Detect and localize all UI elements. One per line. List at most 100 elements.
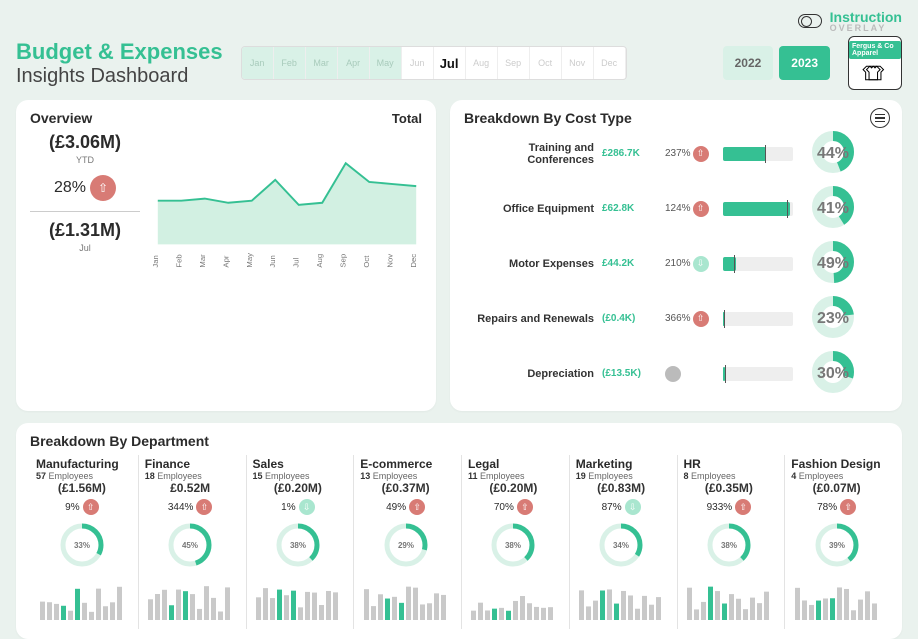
dept-pct: 78% ⇧ — [791, 499, 882, 515]
svg-text:Feb: Feb — [174, 254, 183, 267]
cost-name: Depreciation — [464, 368, 594, 380]
dept-pct: 87% ⇩ — [576, 499, 667, 515]
month-may[interactable]: May — [370, 47, 402, 79]
month-mar[interactable]: Mar — [306, 47, 338, 79]
svg-text:23%: 23% — [817, 310, 849, 327]
cost-bar — [723, 147, 793, 161]
month-label: Jul — [30, 243, 140, 253]
cost-row: Office Equipment£62.8K124% ⇧41% — [464, 181, 888, 236]
svg-text:Jun: Jun — [268, 255, 277, 267]
cost-ring: 44% — [811, 130, 841, 177]
year-2023[interactable]: 2023 — [779, 46, 830, 80]
cost-pct: 237% ⇧ — [665, 146, 715, 162]
dept-pct: 49% ⇧ — [360, 499, 451, 515]
hamburger-icon[interactable] — [870, 108, 890, 128]
svg-text:Sep: Sep — [339, 254, 348, 268]
svg-text:Oct: Oct — [362, 255, 371, 268]
dept-value: (£0.20M) — [468, 481, 559, 495]
cost-pct: 210% ⇩ — [665, 256, 715, 272]
dept-value: (£0.20M) — [253, 481, 344, 495]
month-oct[interactable]: Oct — [530, 47, 562, 79]
svg-text:Nov: Nov — [386, 254, 395, 268]
cost-ring: 30% — [811, 350, 841, 397]
cost-bar — [723, 312, 793, 326]
dept-employees: 57 Employees — [36, 471, 128, 481]
page-subtitle: Insights Dashboard — [16, 65, 223, 88]
arrow-up-icon: ⇧ — [693, 146, 709, 162]
cost-pct: 124% ⇧ — [665, 201, 715, 217]
cost-pct — [665, 366, 715, 382]
cost-ring: 23% — [811, 295, 841, 342]
month-dec[interactable]: Dec — [594, 47, 626, 79]
cost-title: Breakdown By Cost Type — [464, 110, 632, 126]
arrow-up-icon: ⇧ — [83, 499, 99, 515]
arrow-up-icon: ⇧ — [840, 499, 856, 515]
dept-pct: 933% ⇧ — [684, 499, 775, 515]
cost-name: Training and Conferences — [464, 142, 594, 166]
client-logo: Fergus & Co Apparel — [848, 36, 902, 90]
dept-sparkline — [579, 580, 663, 624]
arrow-up-icon: ⇧ — [693, 201, 709, 217]
dept-value: (£1.56M) — [36, 481, 128, 495]
dept-employees: 8 Employees — [684, 471, 775, 481]
month-jan[interactable]: Jan — [242, 47, 274, 79]
dept-sparkline — [256, 580, 340, 624]
dept-name: E-commerce — [360, 457, 451, 471]
dept-card: HR8 Employees(£0.35M)933% ⇧38% — [677, 455, 781, 629]
year-selector[interactable]: 20222023 — [723, 46, 830, 80]
svg-text:Dec: Dec — [409, 254, 418, 268]
arrow-up-icon: ⇧ — [90, 175, 116, 201]
arrow-up-icon: ⇧ — [735, 499, 751, 515]
cost-ring: 41% — [811, 185, 841, 232]
month-jul[interactable]: Jul — [434, 47, 466, 79]
arrow-down-icon: ⇩ — [693, 256, 709, 272]
toggle-overlay[interactable] — [798, 14, 822, 28]
svg-text:Jan: Jan — [152, 255, 160, 267]
dept-employees: 18 Employees — [145, 471, 236, 481]
svg-text:41%: 41% — [817, 200, 849, 217]
overview-card: Overview Total (£3.06M) YTD 28% ⇧ (£1.31… — [16, 100, 436, 411]
arrow-up-icon: ⇧ — [693, 311, 709, 327]
delta-pct: 28% — [54, 179, 86, 197]
cost-row: Training and Conferences £286.7K 237% ⇧ 44% — [464, 126, 888, 181]
dept-employees: 4 Employees — [791, 471, 882, 481]
cost-pct: 366% ⇧ — [665, 311, 715, 327]
dept-employees: 11 Employees — [468, 471, 559, 481]
dept-sparkline — [148, 580, 232, 624]
month-selector[interactable]: JanFebMarAprMayJunJulAugSepOctNovDec — [241, 46, 627, 80]
arrow-up-icon: ⇧ — [196, 499, 212, 515]
dept-employees: 13 Employees — [360, 471, 451, 481]
svg-text:Jul: Jul — [292, 257, 301, 267]
dept-pct: 344% ⇧ — [145, 499, 236, 515]
dept-sparkline — [471, 580, 555, 624]
month-apr[interactable]: Apr — [338, 47, 370, 79]
cost-name: Office Equipment — [464, 203, 594, 215]
svg-text:45%: 45% — [182, 541, 198, 550]
dept-card: Finance18 Employees£0.52M344% ⇧45% — [138, 455, 242, 629]
arrow-down-icon: ⇩ — [625, 499, 641, 515]
cost-amount: £286.7K — [602, 148, 657, 159]
cost-bar — [723, 202, 793, 216]
dept-name: Sales — [253, 457, 344, 471]
arrow-up-icon: ⇧ — [517, 499, 533, 515]
dept-card: Legal11 Employees(£0.20M)70% ⇧38% — [461, 455, 565, 629]
month-nov[interactable]: Nov — [562, 47, 594, 79]
dept-card: Manufacturing57 Employees(£1.56M)9% ⇧33% — [30, 455, 134, 629]
cost-name: Repairs and Renewals — [464, 313, 594, 325]
dept-name: Manufacturing — [36, 457, 128, 471]
dept-value: £0.52M — [145, 481, 236, 495]
dept-card: E-commerce13 Employees(£0.37M)49% ⇧29% — [353, 455, 457, 629]
month-jun[interactable]: Jun — [402, 47, 434, 79]
svg-text:Aug: Aug — [315, 254, 324, 268]
brand-logo: InstructionOVERLAY — [830, 10, 902, 33]
dept-name: Fashion Design — [791, 457, 882, 471]
cost-ring: 49% — [811, 240, 841, 287]
month-feb[interactable]: Feb — [274, 47, 306, 79]
month-aug[interactable]: Aug — [466, 47, 498, 79]
breakdown-cost-card: Breakdown By Cost Type Training and Conf… — [450, 100, 902, 411]
dept-pct: 9% ⇧ — [36, 499, 128, 515]
month-value: (£1.31M) — [30, 220, 140, 241]
dept-card: Sales15 Employees(£0.20M)1% ⇩38% — [246, 455, 350, 629]
year-2022[interactable]: 2022 — [723, 46, 774, 80]
month-sep[interactable]: Sep — [498, 47, 530, 79]
